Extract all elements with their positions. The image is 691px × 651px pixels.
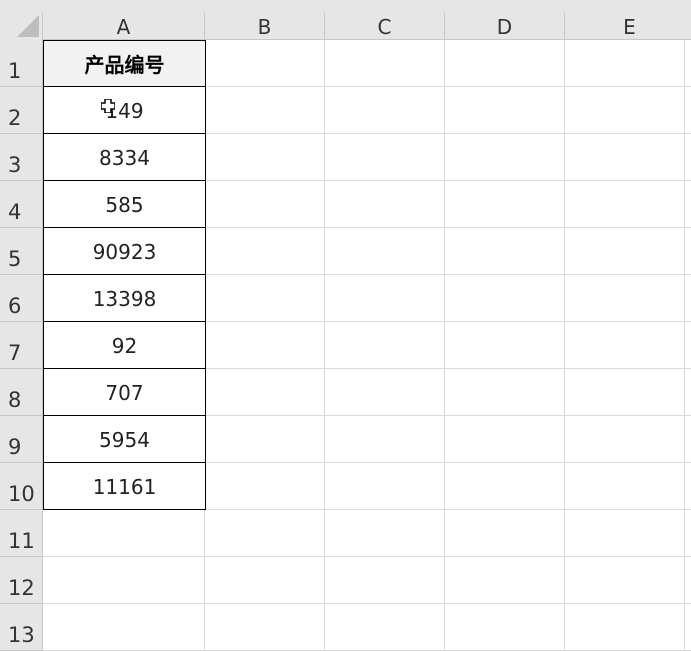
row-header-6[interactable]: 6 [0,275,43,322]
row-header-1[interactable]: 1 [0,40,43,87]
cell-cursor-icon [101,99,115,113]
column-header-A[interactable]: A [43,12,205,40]
cell-A8[interactable]: 707 [43,368,206,416]
gridline [564,40,565,650]
row-header-12[interactable]: 12 [0,557,43,604]
row-header-10[interactable]: 10 [0,463,43,510]
column-header-B[interactable]: B [205,12,325,40]
gridline [43,603,691,604]
row-header-8[interactable]: 8 [0,369,43,416]
row-header-2[interactable]: 2 [0,87,43,134]
toolbar-strip [0,0,691,12]
row-header-4[interactable]: 4 [0,181,43,228]
cell-A7[interactable]: 92 [43,321,206,369]
cell-A6[interactable]: 13398 [43,274,206,322]
row-header-11[interactable]: 11 [0,510,43,557]
row-header-9[interactable]: 9 [0,416,43,463]
cell-A3[interactable]: 8334 [43,133,206,181]
cell-A4[interactable]: 585 [43,180,206,228]
row-header-7[interactable]: 7 [0,322,43,369]
row-header-13[interactable]: 13 [0,604,43,651]
gridline [444,40,445,650]
column-header-C[interactable]: C [325,12,445,40]
row-header-3[interactable]: 3 [0,134,43,181]
column-header-E[interactable]: E [565,12,691,40]
gridline [684,40,685,650]
cell-A5[interactable]: 90923 [43,227,206,275]
cell-A9[interactable]: 5954 [43,415,206,463]
column-header-D[interactable]: D [445,12,565,40]
row-header-5[interactable]: 5 [0,228,43,275]
gridline [324,40,325,650]
cell-A10[interactable]: 11161 [43,462,206,510]
select-all-button[interactable] [0,12,43,40]
gridline [43,556,691,557]
cell-A2[interactable]: 149 [43,86,206,134]
cell-A1-header[interactable]: 产品编号 [43,40,206,88]
